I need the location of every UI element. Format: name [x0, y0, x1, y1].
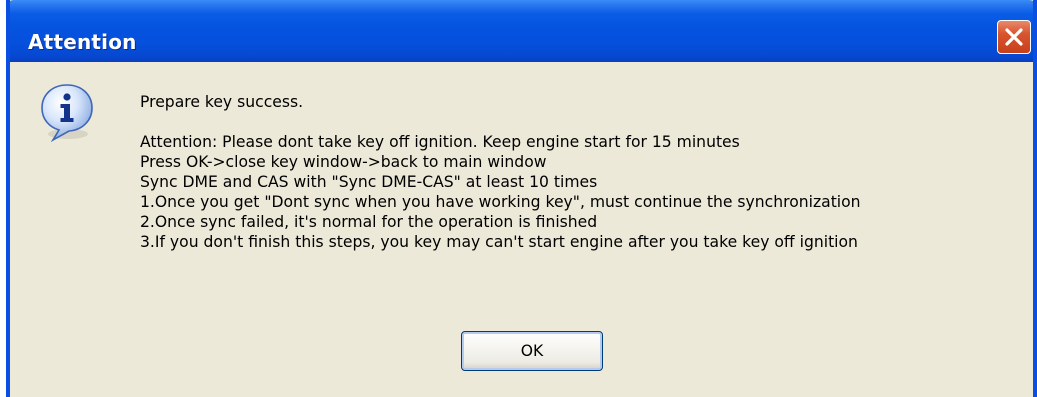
- close-button[interactable]: [997, 20, 1031, 54]
- message-line: Press OK->close key window->back to main…: [140, 153, 547, 171]
- message-line: Attention: Please dont take key off igni…: [140, 133, 740, 151]
- title-bar[interactable]: Attention: [10, 0, 1033, 62]
- message-line: [140, 112, 861, 132]
- attention-dialog: Attention Prepare key success. Attention…: [6, 0, 1037, 397]
- info-icon: [39, 82, 95, 144]
- ok-button[interactable]: OK: [461, 331, 603, 371]
- message-line: 2.Once sync failed, it's normal for the …: [140, 213, 598, 231]
- message-line: 1.Once you get "Dont sync when you have …: [140, 193, 861, 211]
- message-line: Sync DME and CAS with "Sync DME-CAS" at …: [140, 173, 598, 191]
- message-line: Prepare key success.: [140, 93, 304, 111]
- message-text: Prepare key success. Attention: Please d…: [140, 92, 861, 252]
- window-title: Attention: [28, 30, 137, 54]
- close-icon: [1005, 28, 1023, 46]
- message-line: 3.If you don't finish this steps, you ke…: [140, 233, 858, 251]
